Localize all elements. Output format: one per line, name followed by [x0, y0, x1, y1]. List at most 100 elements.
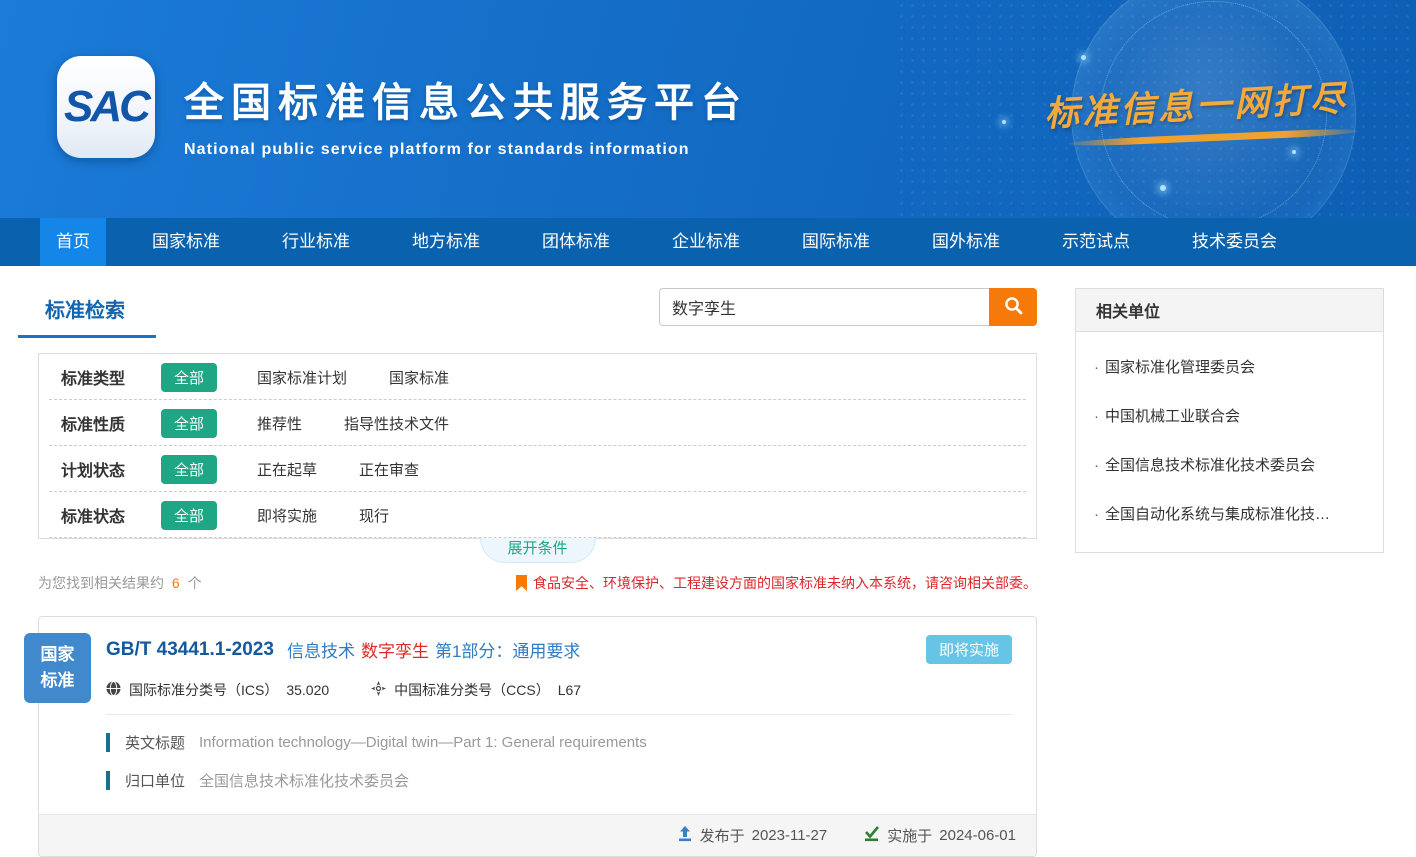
sidebar-item-label: 全国信息技术标准化技术委员会	[1105, 457, 1315, 474]
committee-label: 归口单位	[125, 770, 185, 791]
nav-item-industry-standards[interactable]: 行业标准	[266, 218, 366, 266]
nav-item-international-standards[interactable]: 国际标准	[786, 218, 886, 266]
standard-title-part2[interactable]: 第1部分：通用要求	[435, 637, 580, 662]
filter-selected-all[interactable]: 全部	[161, 363, 217, 392]
bookmark-icon	[516, 575, 527, 591]
badge-line1: 国家	[41, 642, 75, 668]
standard-title-part1[interactable]: 信息技术	[287, 637, 355, 662]
nav-item-technical-committees[interactable]: 技术委员会	[1176, 218, 1293, 266]
filter-selected-all[interactable]: 全部	[161, 455, 217, 484]
english-title-row: 英文标题 Information technology—Digital twin…	[106, 732, 1012, 753]
filter-panel: 标准类型 全部 国家标准计划 国家标准 标准性质 全部 推荐性 指导性技术文件 …	[38, 353, 1037, 539]
filter-options: 正在起草 正在审查	[257, 459, 419, 480]
bullet-decoration: ·	[1094, 408, 1099, 425]
filter-option[interactable]: 现行	[359, 505, 389, 526]
filter-row-plan-status: 计划状态 全部 正在起草 正在审查	[39, 446, 1036, 492]
filter-row-standard-type: 标准类型 全部 国家标准计划 国家标准	[39, 354, 1036, 400]
nav-item-foreign-standards[interactable]: 国外标准	[916, 218, 1016, 266]
filter-option[interactable]: 正在起草	[257, 459, 317, 480]
english-title-value: Information technology—Digital twin—Part…	[199, 734, 647, 751]
filter-selected-all[interactable]: 全部	[161, 501, 217, 530]
filter-label: 标准类型	[61, 365, 161, 389]
standard-title-row: GB/T 43441.1-2023 信息技术 数字孪生 第1部分：通用要求 即将…	[106, 635, 1012, 664]
filter-option[interactable]: 正在审查	[359, 459, 419, 480]
ccs-value: L67	[558, 682, 581, 698]
content-area: 标准检索 标准类型 全部 国家标准计划	[0, 266, 1416, 857]
committee-value: 全国信息技术标准化技术委员会	[199, 770, 409, 791]
spark-decoration	[1292, 150, 1296, 154]
filter-label: 标准状态	[61, 503, 161, 527]
sac-logo-text: SAC	[64, 82, 148, 132]
nav-item-pilot-projects[interactable]: 示范试点	[1046, 218, 1146, 266]
results-count: 为您找到相关结果约 6 个	[38, 573, 202, 593]
filter-row-standard-nature: 标准性质 全部 推荐性 指导性技术文件	[39, 400, 1036, 446]
sidebar-item-sac[interactable]: · 国家标准化管理委员会	[1094, 342, 1365, 391]
status-badge: 即将实施	[926, 635, 1012, 664]
ics-value: 35.020	[286, 682, 329, 698]
filter-options: 即将实施 现行	[257, 505, 389, 526]
results-count-suffix: 个	[188, 575, 202, 591]
results-notice-text: 食品安全、环境保护、工程建设方面的国家标准未纳入本系统，请咨询相关部委。	[533, 573, 1037, 593]
card-footer: 发布于 2023-11-27 实施于 2024-06-01	[39, 814, 1036, 856]
spark-decoration	[1160, 185, 1166, 191]
standard-title-highlight[interactable]: 数字孪生	[361, 637, 429, 662]
related-units-panel: 相关单位 · 国家标准化管理委员会 ·中国机械工业联合会 · 全国信息技术标准化技术…	[1075, 288, 1384, 553]
card-body: GB/T 43441.1-2023 信息技术 数字孪生 第1部分：通用要求 即将…	[39, 617, 1036, 814]
filter-option[interactable]: 推荐性	[257, 413, 302, 434]
sac-logo[interactable]: SAC	[57, 56, 155, 158]
card-divider	[106, 714, 1012, 715]
spark-decoration	[1081, 55, 1086, 60]
ccs-group: 中国标准分类号（CCS） L67	[371, 680, 581, 700]
implemented-date-group: 实施于 2024-06-01	[863, 825, 1016, 846]
results-count-number: 6	[172, 575, 180, 591]
site-header: SAC 全国标准信息公共服务平台 National public service…	[0, 0, 1416, 218]
implemented-label: 实施于	[887, 825, 932, 846]
filter-label: 标准性质	[61, 411, 161, 435]
filter-option[interactable]: 指导性技术文件	[344, 413, 449, 434]
expand-conditions-button[interactable]: 展开条件	[480, 538, 596, 563]
platform-subtitle: National public service platform for sta…	[184, 141, 748, 159]
filter-option[interactable]: 国家标准	[389, 367, 449, 388]
globe-icon	[106, 681, 121, 699]
badge-line2: 标准	[41, 668, 75, 694]
results-count-prefix: 为您找到相关结果约	[38, 575, 164, 591]
search-section: 标准检索	[38, 288, 1037, 338]
search-group	[659, 288, 1037, 326]
nav-item-group-standards[interactable]: 团体标准	[526, 218, 626, 266]
main-column: 标准检索 标准类型 全部 国家标准计划	[38, 288, 1037, 857]
search-input[interactable]	[659, 288, 989, 326]
sidebar-item-label: 国家标准化管理委员会	[1105, 359, 1255, 376]
sidebar-item-it-standardization-committee[interactable]: · 全国信息技术标准化技术委员会	[1094, 440, 1365, 489]
search-icon	[1004, 296, 1023, 318]
filter-selected-all[interactable]: 全部	[161, 409, 217, 438]
bullet-decoration: ·	[1094, 359, 1099, 376]
related-units-title: 相关单位	[1076, 289, 1383, 332]
platform-title-block: 全国标准信息公共服务平台 National public service pla…	[184, 70, 748, 159]
results-info-row: 为您找到相关结果约 6 个 食品安全、环境保护、工程建设方面的国家标准未纳入本系…	[38, 573, 1037, 593]
filter-option[interactable]: 即将实施	[257, 505, 317, 526]
nav-item-home[interactable]: 首页	[40, 218, 106, 266]
results-notice: 食品安全、环境保护、工程建设方面的国家标准未纳入本系统，请咨询相关部委。	[516, 573, 1037, 593]
standard-code-link[interactable]: GB/T 43441.1-2023	[106, 639, 274, 661]
ccs-label: 中国标准分类号（CCS）	[394, 680, 550, 700]
tab-standard-search[interactable]: 标准检索	[18, 288, 156, 338]
spark-decoration	[1002, 120, 1006, 124]
ics-label: 国际标准分类号（ICS）	[129, 680, 278, 700]
nav-item-enterprise-standards[interactable]: 企业标准	[656, 218, 756, 266]
search-button[interactable]	[989, 288, 1037, 326]
standard-type-badge: 国家 标准	[24, 633, 91, 703]
committee-row: 归口单位 全国信息技术标准化技术委员会	[106, 770, 1012, 791]
published-date: 2023-11-27	[752, 827, 828, 844]
filter-option[interactable]: 国家标准计划	[257, 367, 347, 388]
nav-item-national-standards[interactable]: 国家标准	[136, 218, 236, 266]
bullet-decoration: ·	[1094, 506, 1099, 523]
english-title-label: 英文标题	[125, 732, 185, 753]
standard-result-card: 国家 标准 GB/T 43441.1-2023 信息技术 数字孪生 第1部分：通…	[38, 616, 1037, 857]
sidebar-item-automation-systems-committee[interactable]: ·全国自动化系统与集成标准化技…	[1094, 489, 1365, 538]
sidebar-item-machinery-federation[interactable]: ·中国机械工业联合会	[1094, 391, 1365, 440]
bullet-decoration: ·	[1094, 457, 1099, 474]
classification-row: 国际标准分类号（ICS） 35.020	[106, 680, 1012, 700]
filter-options: 国家标准计划 国家标准	[257, 367, 449, 388]
filter-options: 推荐性 指导性技术文件	[257, 413, 449, 434]
nav-item-local-standards[interactable]: 地方标准	[396, 218, 496, 266]
